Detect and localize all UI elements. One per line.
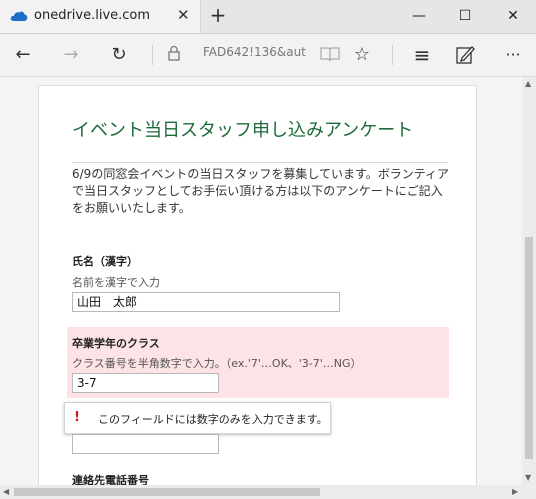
back-icon[interactable]: ← xyxy=(10,43,36,67)
title-bar: onedrive.live.com ✕ + — ☐ ✕ xyxy=(0,0,536,34)
close-window-button[interactable]: ✕ xyxy=(490,0,536,33)
new-tab-button[interactable]: + xyxy=(207,3,229,27)
q4-label: 連絡先電話番号 xyxy=(72,474,149,485)
page-viewport: イベント当日スタッフ申し込みアンケート 6/9の同窓会イベントの当日スタッフを募… xyxy=(0,77,522,485)
scroll-left-icon[interactable]: ◀ xyxy=(3,487,9,496)
validation-tooltip: ! このフィールドには数字のみを入力できます。 xyxy=(64,402,331,434)
form-description: 6/9の同窓会イベントの当日スタッフを募集しています。ボランティアで当日スタッフ… xyxy=(72,167,450,215)
maximize-button[interactable]: ☐ xyxy=(442,0,488,33)
validation-message: このフィールドには数字のみを入力できます。 xyxy=(98,413,328,426)
q2-help: クラス番号を半角数字で入力。（ex.'7'…OK、'3-7'…NG） xyxy=(72,357,362,370)
web-note-icon[interactable] xyxy=(456,45,476,65)
reading-view-icon[interactable] xyxy=(320,46,340,62)
favorite-star-icon[interactable]: ☆ xyxy=(350,43,374,67)
q1-help: 名前を漢字で入力 xyxy=(72,276,160,289)
class-field[interactable]: 3-7 xyxy=(72,373,219,393)
minimize-button[interactable]: — xyxy=(396,0,442,33)
toolbar-divider xyxy=(152,45,153,65)
refresh-icon[interactable]: ↻ xyxy=(106,43,132,67)
q2-label: 卒業学年のクラス xyxy=(72,337,160,350)
onedrive-cloud-icon xyxy=(10,11,28,21)
scroll-down-icon[interactable]: ▼ xyxy=(525,473,531,482)
form-title: イベント当日スタッフ申し込みアンケート xyxy=(72,120,414,141)
q1-label: 氏名（漢字） xyxy=(72,255,138,268)
horizontal-scroll-thumb[interactable] xyxy=(14,488,320,496)
vertical-scrollbar[interactable]: ▲ ▼ xyxy=(522,77,536,485)
scroll-right-icon[interactable]: ▶ xyxy=(512,487,518,496)
hub-icon[interactable]: ≡ xyxy=(410,43,434,67)
horizontal-scrollbar[interactable]: ◀ ▶ xyxy=(0,485,536,499)
form-card: イベント当日スタッフ申し込みアンケート 6/9の同窓会イベントの当日スタッフを募… xyxy=(38,85,477,485)
more-icon[interactable]: ··· xyxy=(500,43,526,67)
forward-icon[interactable]: → xyxy=(58,43,84,67)
address-bar[interactable]: FAD642!136&aut xyxy=(203,45,306,59)
name-field[interactable]: 山田 太郎 xyxy=(72,292,340,312)
scroll-up-icon[interactable]: ▲ xyxy=(525,79,531,88)
toolbar-divider-2 xyxy=(392,45,393,65)
browser-tab[interactable]: onedrive.live.com ✕ xyxy=(0,0,201,33)
title-divider xyxy=(72,162,448,163)
tab-close-icon[interactable]: ✕ xyxy=(177,6,190,24)
vertical-scroll-thumb[interactable] xyxy=(525,237,533,459)
q3-field[interactable] xyxy=(72,434,219,454)
tab-title: onedrive.live.com xyxy=(34,8,151,23)
warning-icon: ! xyxy=(74,410,80,425)
lock-icon xyxy=(168,45,180,61)
